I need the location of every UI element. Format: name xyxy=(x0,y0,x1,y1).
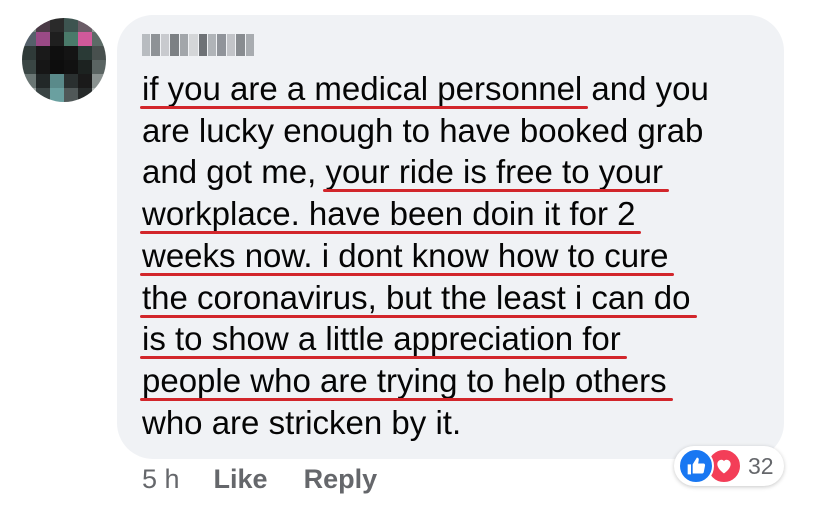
comment-line: weeks now. i dont know how to cure xyxy=(142,235,772,277)
comment-line: people who are trying to help others xyxy=(142,360,772,402)
avatar-pixel xyxy=(22,32,36,46)
underlined-text: is to show a little appreciation for xyxy=(142,320,621,358)
avatar-pixel xyxy=(36,74,50,88)
like-button[interactable]: Like xyxy=(214,464,268,495)
avatar-pixel xyxy=(22,18,36,32)
timestamp[interactable]: 5 h xyxy=(142,464,180,495)
avatar-pixel xyxy=(36,32,50,46)
underlined-text: workplace. have been doin it for 2 xyxy=(142,195,636,233)
name-blur-pixel xyxy=(207,34,217,56)
reaction-summary[interactable]: 32 xyxy=(674,446,784,486)
avatar-pixel xyxy=(78,32,92,46)
comment-bubble: if you are a medical personnel and you ar… xyxy=(117,15,784,459)
avatar-pixel xyxy=(50,74,64,88)
underlined-text: weeks now. i dont know how to cure xyxy=(142,236,669,274)
underlined-text: your ride is free to your xyxy=(325,153,663,191)
comment-line: who are stricken by it. xyxy=(142,402,772,444)
name-blur-pixel xyxy=(245,34,255,56)
avatar-pixel xyxy=(92,32,106,46)
avatar-pixel xyxy=(64,74,78,88)
like-icon xyxy=(678,448,714,484)
avatar-pixel xyxy=(36,18,50,32)
avatar[interactable] xyxy=(22,18,106,102)
text-segment: and you xyxy=(582,70,709,107)
underlined-text: the coronavirus, but the least i can do xyxy=(142,278,691,316)
avatar-pixel xyxy=(64,88,78,102)
name-blur-pixel xyxy=(179,34,189,56)
avatar-pixel xyxy=(36,88,50,102)
text-segment: and got me, xyxy=(142,153,326,191)
avatar-pixel xyxy=(78,46,92,60)
comment-actions: 5 h Like Reply xyxy=(142,464,413,495)
avatar-pixel xyxy=(78,60,92,74)
comment-line: if you are a medical personnel and you xyxy=(142,68,772,110)
avatar-pixel xyxy=(22,74,36,88)
avatar-pixel xyxy=(64,18,78,32)
comment-line: is to show a little appreciation for xyxy=(142,318,772,360)
avatar-pixel xyxy=(22,60,36,74)
avatar-pixel xyxy=(92,46,106,60)
avatar-pixel xyxy=(36,46,50,60)
avatar-pixel xyxy=(36,60,50,74)
comment-line: workplace. have been doin it for 2 xyxy=(142,193,772,235)
avatar-pixel xyxy=(92,88,106,102)
avatar-pixel xyxy=(64,32,78,46)
reply-button[interactable]: Reply xyxy=(304,464,378,495)
name-blur-pixel xyxy=(226,34,236,56)
comment-line: are lucky enough to have booked grab xyxy=(142,110,772,152)
avatar-pixel xyxy=(92,18,106,32)
name-blur-pixel xyxy=(170,34,179,56)
name-blur-pixel xyxy=(236,34,245,56)
name-blur-pixel xyxy=(142,34,151,56)
avatar-pixel xyxy=(50,18,64,32)
reaction-count: 32 xyxy=(748,452,774,479)
avatar-pixel xyxy=(92,60,106,74)
comment-text: if you are a medical personnel and you ar… xyxy=(142,68,772,443)
underlined-text: people who are trying to help others xyxy=(142,361,667,399)
comment-line: the coronavirus, but the least i can do xyxy=(142,277,772,319)
avatar-pixel xyxy=(50,60,64,74)
avatar-pixel xyxy=(50,46,64,60)
avatar-pixel xyxy=(50,88,64,102)
avatar-pixel xyxy=(64,46,78,60)
avatar-pixel xyxy=(78,88,92,102)
avatar-pixel xyxy=(92,74,106,88)
name-blur-pixel xyxy=(189,34,198,56)
comment-line: and got me, your ride is free to your xyxy=(142,151,772,193)
avatar-pixel xyxy=(78,18,92,32)
avatar-pixel xyxy=(78,74,92,88)
name-blur-pixel xyxy=(160,34,170,56)
name-blur-pixel xyxy=(217,34,226,56)
text-segment: who are stricken by it. xyxy=(142,403,462,441)
name-blur-pixel xyxy=(151,34,160,56)
name-blur-pixel xyxy=(198,34,207,56)
avatar-pixel xyxy=(50,32,64,46)
avatar-pixel xyxy=(64,60,78,74)
author-name-redacted[interactable] xyxy=(142,34,255,56)
text-segment: are lucky enough to have booked grab xyxy=(142,111,704,149)
avatar-pixel xyxy=(22,88,36,102)
avatar-pixel xyxy=(22,46,36,60)
underlined-text: if you are a medical personnel xyxy=(142,70,583,107)
